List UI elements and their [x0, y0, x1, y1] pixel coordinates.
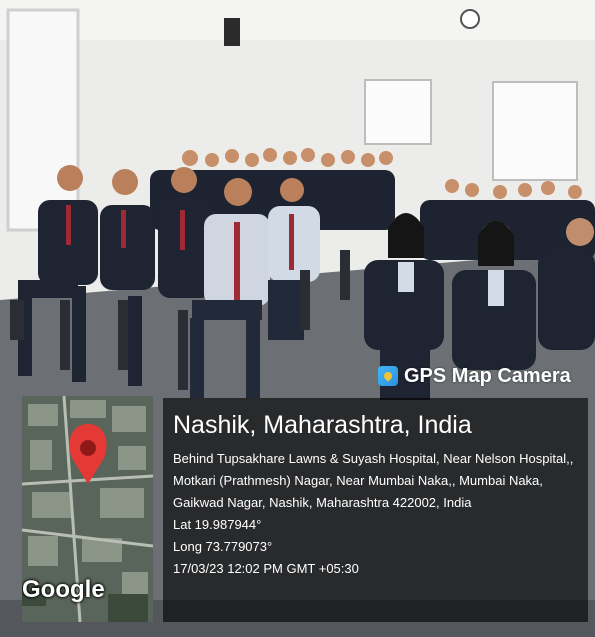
- app-name: GPS Map Camera: [404, 364, 571, 387]
- map-thumbnail: Google: [22, 396, 153, 622]
- timestamp-text: 17/03/23 12:02 PM GMT +05:30: [173, 561, 359, 576]
- location-title: Nashik, Maharashtra, India: [173, 411, 472, 439]
- google-attribution: Google: [22, 576, 105, 603]
- gps-app-badge: GPS Map Camera: [378, 362, 571, 390]
- photo-frame: GPS Map Camera Google Nashik, Maharashtr…: [0, 0, 595, 637]
- longitude-text: Long 73.779073°: [173, 539, 273, 554]
- whiteboard-left: [364, 79, 432, 145]
- gps-map-pin-icon: [378, 366, 398, 386]
- wall-speaker: [224, 18, 240, 46]
- wall-clock: [460, 9, 480, 29]
- whiteboard-right: [492, 81, 578, 181]
- address-text: Behind Tupsakhare Lawns & Suyash Hospita…: [173, 451, 574, 510]
- latitude-text: Lat 19.987944°: [173, 517, 262, 532]
- location-info-panel: Nashik, Maharashtra, India Behind Tupsak…: [163, 398, 588, 622]
